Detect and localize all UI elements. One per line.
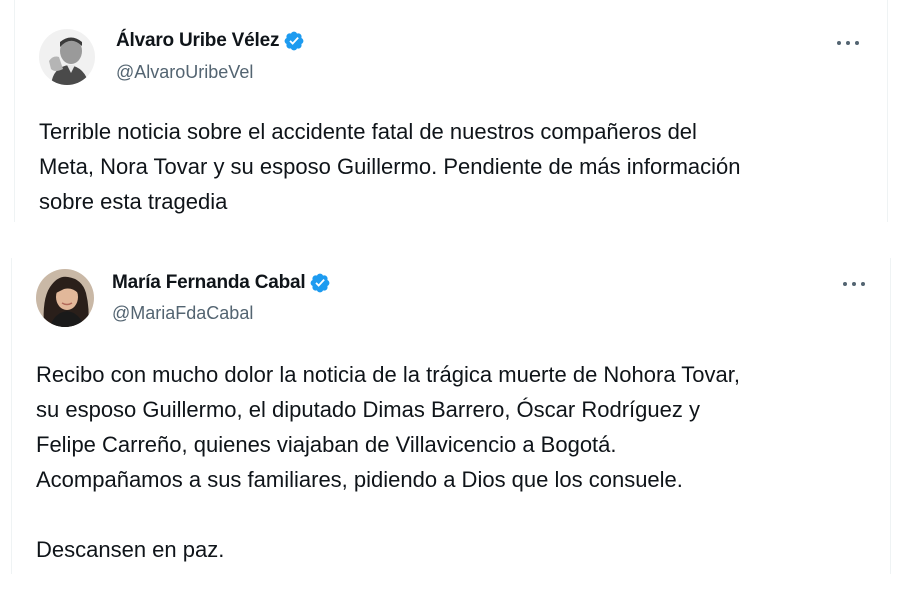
avatar[interactable] (36, 269, 94, 327)
tweet-text-line: Felipe Carreño, quienes viajaban de Vill… (36, 432, 617, 457)
tweet-text: Recibo con mucho dolor la noticia de la … (36, 357, 740, 567)
more-dot (852, 282, 856, 286)
tweet-text-line: sobre esta tragedia (39, 189, 228, 214)
user-handle[interactable]: @AlvaroUribeVel (116, 62, 253, 83)
tweet-text: Terrible noticia sobre el accidente fata… (39, 114, 741, 219)
display-name[interactable]: María Fernanda Cabal (112, 272, 306, 294)
avatar-portrait-image (36, 269, 94, 327)
tweet-card-maria-fernanda-cabal[interactable]: María Fernanda Cabal @MariaFdaCabal Reci… (11, 258, 891, 574)
more-options-icon[interactable] (843, 277, 865, 291)
more-dot (846, 41, 850, 45)
user-handle[interactable]: @MariaFdaCabal (112, 303, 253, 324)
tweet-text-line: su esposo Guillermo, el diputado Dimas B… (36, 397, 700, 422)
more-dot (861, 282, 865, 286)
more-dot (843, 282, 847, 286)
display-name[interactable]: Álvaro Uribe Vélez (116, 30, 279, 52)
tweet-text-line: Terrible noticia sobre el accidente fata… (39, 119, 697, 144)
verified-badge-icon (284, 31, 304, 51)
verified-badge-icon (311, 273, 330, 293)
tweet-text-line: Recibo con mucho dolor la noticia de la … (36, 362, 740, 387)
more-dot (855, 41, 859, 45)
tweet-text-line: Acompañamos a sus familiares, pidiendo a… (36, 467, 683, 492)
tweet-text-line: Meta, Nora Tovar y su esposo Guillermo. … (39, 154, 741, 179)
avatar-portrait-image (39, 29, 95, 85)
avatar[interactable] (39, 29, 95, 85)
more-dot (837, 41, 841, 45)
tweet-closing-line: Descansen en paz. (36, 537, 225, 562)
tweet-card-alvaro-uribe[interactable]: Álvaro Uribe Vélez @AlvaroUribeVel Terri… (14, 0, 888, 222)
more-options-icon[interactable] (837, 36, 859, 50)
